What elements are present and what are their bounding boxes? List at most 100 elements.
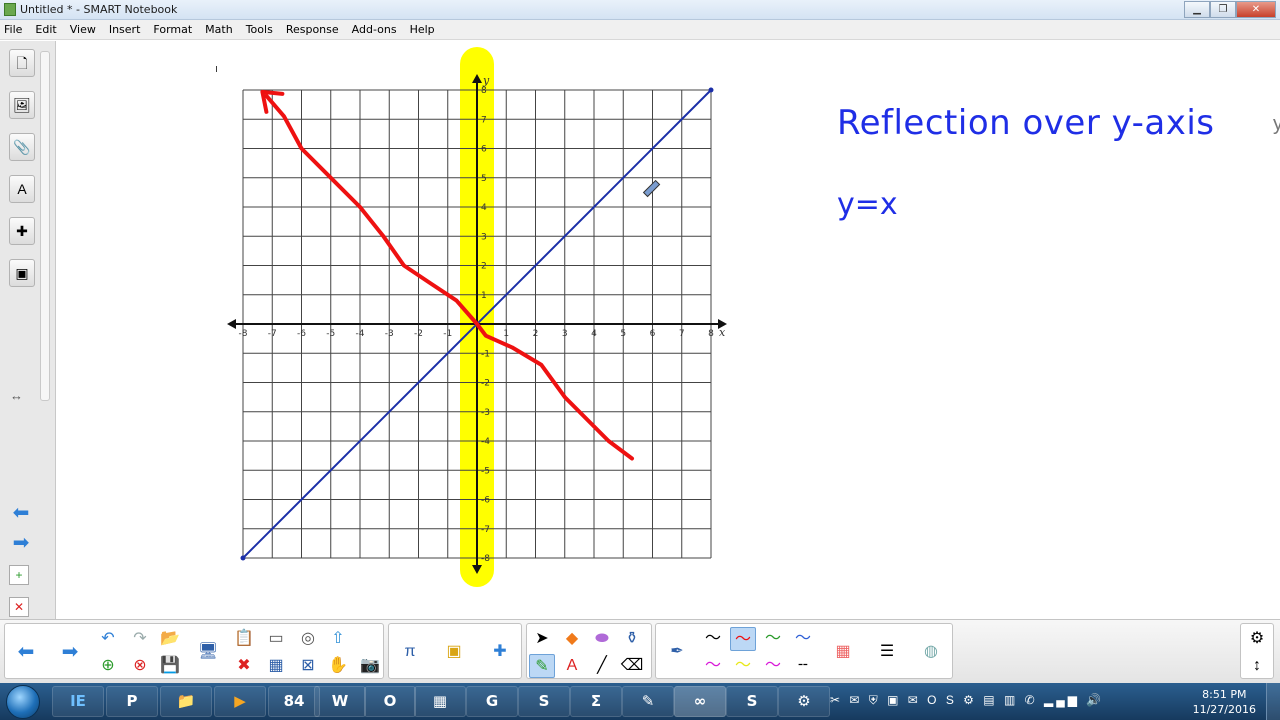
taskbar-sigma-app[interactable]: Σ (570, 686, 622, 717)
eraser-icon[interactable]: ⬬ (589, 627, 615, 651)
taskbar-clock[interactable]: 8:51 PM 11/27/2016 (1193, 687, 1256, 717)
y-tick-label: -2 (481, 379, 490, 389)
properties-icon[interactable]: A (9, 175, 35, 203)
add-page-icon[interactable]: + (9, 565, 29, 585)
gallery-icon[interactable]: 🖼 (9, 91, 35, 119)
y-tick-label: 4 (481, 203, 487, 213)
show-desktop-button[interactable] (1266, 683, 1280, 720)
pen-cursor-icon (642, 179, 661, 198)
measure-icon[interactable]: ◎ (295, 627, 321, 651)
pen-magenta-swatch[interactable]: 〜 (700, 654, 726, 678)
settings-icon[interactable]: ⚙ (1244, 627, 1270, 651)
taskbar-control-panel[interactable]: ⚙ (778, 686, 830, 717)
menu-addons[interactable]: Add-ons (352, 23, 397, 36)
whiteboard-canvas[interactable]: ı -8 -7 -6 -5 -4 -3 -2 -1 1 2 3 4 5 6 7 8 8 7 6 5 4 3 2 1 -1 -2 -3… (57, 41, 1280, 619)
lesson-activity-icon[interactable]: ▣ (9, 259, 35, 287)
pen-pink-swatch[interactable]: 〜 (760, 654, 786, 678)
taskbar-internet-explorer[interactable]: IE (52, 686, 104, 717)
delete-icon[interactable]: ✖ (231, 654, 257, 678)
properties-menu-icon[interactable]: ☰ (874, 640, 900, 664)
save-icon[interactable]: 💾 (157, 654, 183, 678)
attachments-icon[interactable]: 📎 (9, 133, 35, 161)
resize-arrows-icon[interactable]: ↔ (10, 388, 23, 403)
start-button[interactable] (6, 685, 40, 719)
page-sorter-icon[interactable]: 🗋 (9, 49, 35, 77)
eraser-tool-icon[interactable]: ⌫ (619, 654, 645, 678)
taskbar-smart-tools[interactable]: S (726, 686, 778, 717)
menu-format[interactable]: Format (153, 23, 192, 36)
menu-file[interactable]: File (4, 23, 22, 36)
menu-response[interactable]: Response (286, 23, 339, 36)
extra-tool-icon[interactable]: ◍ (918, 640, 944, 664)
addons-icon[interactable]: ✚ (9, 217, 35, 245)
y-tick-label: 2 (481, 262, 487, 272)
screen-shade-icon[interactable]: ▭ (263, 627, 289, 651)
y-tick-label: 5 (481, 174, 487, 184)
next-page-arrow-icon[interactable]: ➡ (8, 533, 34, 555)
previous-page-icon[interactable]: ⬅ (13, 640, 39, 664)
taskbar-chrome[interactable]: G (466, 686, 518, 717)
taskbar-smart-notebook[interactable]: ∞ (674, 686, 726, 717)
pen-black-swatch[interactable]: 〜 (700, 627, 726, 651)
pen-blue-swatch[interactable]: 〜 (790, 627, 816, 651)
maximize-button[interactable]: ❐ (1210, 1, 1236, 18)
taskbar-publisher[interactable]: P (106, 686, 158, 717)
document-camera-icon[interactable]: ⇧ (325, 627, 351, 651)
table-icon[interactable]: ▦ (263, 654, 289, 678)
coordinate-graph[interactable]: -8 -7 -6 -5 -4 -3 -2 -1 1 2 3 4 5 6 7 8 8 7 6 5 4 3 2 1 -1 -2 -3 -4… (57, 41, 817, 619)
addon-puzzle-icon[interactable]: ✚ (487, 640, 513, 664)
equation-text[interactable]: y=x (837, 187, 898, 222)
y-tick-label: -5 (481, 466, 490, 476)
taskbar-word[interactable]: W (314, 686, 366, 717)
select-icon[interactable]: ➤ (529, 627, 555, 651)
activity-builder-icon[interactable]: ▣ (441, 640, 467, 664)
redo-icon[interactable]: ↷ (127, 627, 153, 651)
pen-yellow-swatch[interactable]: 〜 (730, 654, 756, 678)
capture-icon[interactable]: ✋ (325, 654, 351, 678)
pen-style-icon[interactable]: ✒ (664, 640, 690, 664)
shapes-icon[interactable]: ◆ (559, 627, 585, 651)
delete-page-icon[interactable]: ✕ (9, 597, 29, 617)
menu-view[interactable]: View (70, 23, 96, 36)
math-equation-icon[interactable]: π (397, 640, 423, 664)
y-tick-label: -4 (481, 437, 490, 447)
lesson-headline[interactable]: Reflection over y-axis (837, 103, 1215, 143)
system-tray-icons[interactable]: ✂ ✉ ⛨ ▣ ✉ O S ⚙ ▤ ▥ ✆ ▂▄▆ 🔊 (830, 693, 1104, 708)
pen-green-swatch[interactable]: 〜 (760, 627, 786, 651)
delete-page-icon[interactable]: ⊗ (127, 654, 153, 678)
full-screen-icon[interactable]: ⊠ (295, 654, 321, 678)
taskbar-outlook[interactable]: O (364, 686, 416, 717)
taskbar-file-explorer[interactable]: 📁 (160, 686, 212, 717)
paste-icon[interactable]: 📋 (231, 627, 257, 651)
line-icon[interactable]: ╱ (589, 654, 615, 678)
x-axis-label: x (719, 326, 726, 339)
previous-page-arrow-icon[interactable]: ⬅ (8, 503, 34, 525)
camera-icon[interactable]: 📷 (357, 654, 383, 678)
text-icon[interactable]: A (559, 654, 585, 678)
close-button[interactable]: ✕ (1236, 1, 1276, 18)
title-bar: Untitled * - SMART Notebook ▁ ❐ ✕ (0, 0, 1280, 20)
menu-edit[interactable]: Edit (35, 23, 56, 36)
add-page-icon[interactable]: ⊕ (95, 654, 121, 678)
next-page-icon[interactable]: ➡ (57, 640, 83, 664)
undo-icon[interactable]: ↶ (95, 627, 121, 651)
taskbar-notebook-app[interactable]: ✎ (622, 686, 674, 717)
move-toolbar-icon[interactable]: ↕ (1244, 654, 1270, 678)
pen-icon[interactable]: ✎ (529, 654, 555, 678)
sidebar-scrollbar[interactable] (40, 51, 50, 401)
taskbar-calculator[interactable]: ▦ (414, 686, 466, 717)
color-palette-icon[interactable]: ▦ (830, 640, 856, 664)
taskbar-app-84[interactable]: 84 (268, 686, 320, 717)
menu-math[interactable]: Math (205, 23, 233, 36)
pen-red-swatch[interactable]: 〜 (730, 627, 756, 651)
open-file-icon[interactable]: 📂 (157, 627, 183, 651)
fill-icon[interactable]: ⚱ (619, 627, 645, 651)
pen-dashed-swatch[interactable]: ╌ (790, 654, 816, 678)
display-screen-icon[interactable]: 🖥 (195, 640, 221, 664)
menu-insert[interactable]: Insert (109, 23, 141, 36)
minimize-button[interactable]: ▁ (1184, 1, 1210, 18)
menu-help[interactable]: Help (410, 23, 435, 36)
taskbar-smart-app[interactable]: S (518, 686, 570, 717)
menu-tools[interactable]: Tools (246, 23, 273, 36)
taskbar-media-player[interactable]: ▶ (214, 686, 266, 717)
